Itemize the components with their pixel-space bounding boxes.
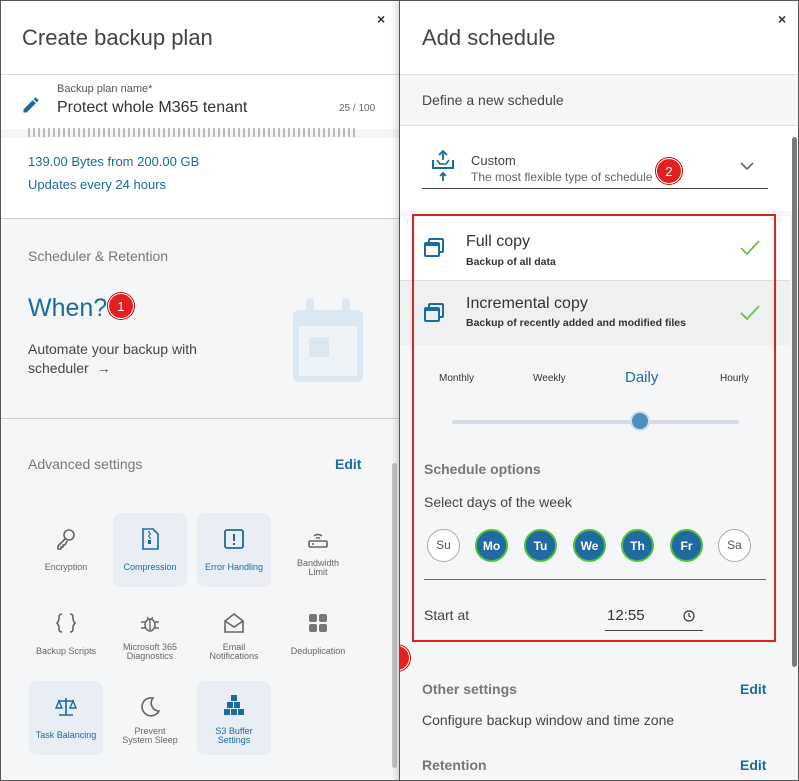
plan-name-value[interactable]: Protect whole M365 tenant	[57, 99, 247, 117]
step-badge-1: 1	[108, 293, 134, 319]
section-divider	[1, 418, 399, 419]
right-scrollbar[interactable]	[792, 137, 797, 667]
storage-size-text: 139.00 Bytes from 200.00 GB	[28, 154, 200, 169]
automate-description[interactable]: Automate your backup with scheduler →	[28, 340, 197, 378]
tile-bandwidth-limit[interactable]: Bandwidth Limit	[281, 513, 355, 587]
plan-name-label: Backup plan name*	[57, 83, 153, 95]
schedule-type-desc: The most flexible type of schedule	[471, 170, 653, 184]
define-schedule-subtitle: Define a new schedule	[422, 92, 564, 108]
step-badge-3: 3	[400, 645, 410, 671]
plan-name-field[interactable]: Backup plan name* Protect whole M365 ten…	[1, 75, 399, 129]
create-backup-plan-panel: Create backup plan × Backup plan name* P…	[0, 0, 399, 781]
other-settings-edit-link[interactable]: Edit	[740, 681, 766, 697]
tile-backup-scripts[interactable]: Backup Scripts	[29, 597, 103, 671]
braces-icon	[55, 613, 77, 633]
automate-line-1: Automate your backup with	[28, 341, 197, 357]
grid-icon	[309, 614, 327, 632]
upload-tray-icon	[432, 150, 454, 181]
tile-deduplication[interactable]: Deduplication	[281, 597, 355, 671]
dropdown-underline	[422, 188, 768, 189]
schedule-type-dropdown[interactable]: Custom The most flexible type of schedul…	[400, 125, 798, 211]
advanced-settings-edit-link[interactable]: Edit	[335, 456, 361, 472]
left-header: Create backup plan ×	[1, 1, 399, 75]
bug-icon	[141, 616, 159, 632]
step-badge-2: 2	[656, 158, 682, 184]
tile-label: Compression	[123, 562, 177, 572]
key-icon	[57, 529, 75, 550]
tile-label: Bandwidth Limit	[296, 558, 340, 577]
alert-box-icon	[224, 529, 244, 549]
storage-usage-meter	[28, 128, 358, 137]
tile-prevent-system-sleep[interactable]: Prevent System Sleep	[113, 681, 187, 755]
storage-info: 139.00 Bytes from 200.00 GB Updates ever…	[1, 138, 399, 219]
tile-label: Task Balancing	[35, 730, 97, 740]
close-left-panel-button[interactable]: ×	[377, 11, 385, 27]
add-schedule-panel: Add schedule × Define a new schedule Cus…	[399, 0, 799, 781]
advanced-settings-heading: Advanced settings	[28, 456, 143, 472]
tile-label: Backup Scripts	[35, 646, 97, 656]
cubes-icon	[224, 695, 244, 715]
when-link[interactable]: When?	[28, 294, 107, 323]
tile-label: S3 Buffer Settings	[215, 726, 253, 745]
right-header: Add schedule ×	[400, 1, 798, 75]
tile-error-handling[interactable]: Error Handling	[197, 513, 271, 587]
tile-label: Microsoft 365 Diagnostics	[122, 642, 178, 661]
tile-label: Email Notifications	[209, 642, 259, 661]
tile-label: Deduplication	[290, 646, 346, 656]
other-settings-desc: Configure backup window and time zone	[422, 712, 675, 728]
page-title: Create backup plan	[22, 25, 213, 50]
chevron-down-icon[interactable]	[740, 162, 754, 171]
schedule-type-name: Custom	[471, 153, 516, 168]
automate-line-2: scheduler	[28, 360, 89, 376]
tile-label: Error Handling	[204, 562, 264, 572]
highlight-box	[412, 214, 776, 642]
envelope-open-icon	[224, 612, 244, 633]
retention-heading: Retention	[422, 757, 487, 773]
scales-icon	[54, 698, 78, 716]
tile-encryption[interactable]: Encryption	[29, 513, 103, 587]
tile-m365-diagnostics[interactable]: Microsoft 365 Diagnostics	[113, 597, 187, 671]
schedule-title: Add schedule	[422, 25, 556, 50]
tile-compression[interactable]: Compression	[113, 513, 187, 587]
arrow-right-icon: →	[96, 360, 111, 376]
left-scrollbar[interactable]	[392, 463, 397, 768]
retention-edit-link[interactable]: Edit	[740, 757, 766, 773]
zip-file-icon	[142, 528, 159, 550]
plan-name-char-count: 25 / 100	[339, 103, 376, 114]
update-frequency-text: Updates every 24 hours	[28, 177, 167, 192]
calendar-icon	[293, 298, 363, 382]
pencil-icon	[23, 97, 39, 113]
tile-label: Prevent System Sleep	[122, 726, 178, 745]
tile-s3-buffer-settings[interactable]: S3 Buffer Settings	[197, 681, 271, 755]
close-right-panel-button[interactable]: ×	[778, 11, 786, 27]
tile-label: Encryption	[44, 562, 88, 572]
tile-task-balancing[interactable]: Task Balancing	[29, 681, 103, 755]
router-icon	[308, 533, 328, 548]
tile-email-notifications[interactable]: Email Notifications	[197, 597, 271, 671]
other-settings-heading: Other settings	[422, 681, 517, 697]
scheduler-retention-heading: Scheduler & Retention	[28, 248, 169, 264]
moon-icon	[141, 697, 161, 717]
